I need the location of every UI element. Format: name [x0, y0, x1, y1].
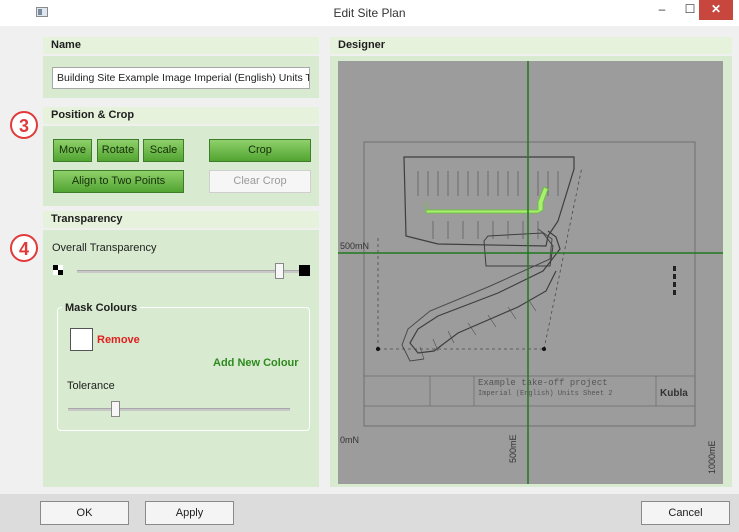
mask-colours-group — [57, 307, 310, 431]
mask-colours-title: Mask Colours — [62, 302, 141, 314]
drawing-subtitle: Imperial (English) Units Sheet 2 — [478, 390, 612, 398]
drawing-title: Example take-off project — [478, 378, 608, 388]
minimize-button[interactable]: – — [650, 0, 674, 20]
position-crop-header: Position & Crop — [43, 107, 319, 124]
site-plan-name-input[interactable]: Building Site Example Image Imperial (En… — [52, 67, 310, 89]
kubla-logo: Kubla — [660, 388, 688, 399]
transparency-slider-track[interactable] — [77, 270, 299, 273]
checkerboard-icon — [53, 265, 63, 275]
title-bar: Edit Site Plan – ☐ ✕ — [0, 0, 739, 26]
rotate-button[interactable]: Rotate — [97, 139, 139, 162]
tolerance-label: Tolerance — [67, 380, 115, 392]
scale-button[interactable]: Scale — [143, 139, 184, 162]
label-500mE: 500mE — [508, 434, 518, 463]
cancel-button[interactable]: Cancel — [641, 501, 730, 525]
name-header: Name — [43, 37, 319, 54]
tolerance-slider-track[interactable] — [68, 408, 290, 411]
position-crop-panel — [43, 126, 319, 206]
clear-crop-button[interactable]: Clear Crop — [209, 170, 311, 193]
opaque-swatch-icon — [299, 265, 310, 276]
step-4-badge: 4 — [10, 234, 38, 262]
site-plan-drawing: Example take-off project Imperial (Engli… — [338, 61, 723, 484]
crop-button[interactable]: Crop — [209, 139, 311, 162]
transparency-header: Transparency — [43, 211, 319, 228]
window-title: Edit Site Plan — [333, 6, 406, 20]
overall-transparency-label: Overall Transparency — [52, 242, 157, 254]
add-new-colour-link[interactable]: Add New Colour — [213, 357, 299, 369]
step-3-badge: 3 — [10, 111, 38, 139]
label-500mN: 500mN — [340, 241, 370, 251]
remove-colour-link[interactable]: Remove — [97, 334, 140, 346]
align-two-points-button[interactable]: Align to Two Points — [53, 170, 184, 193]
designer-canvas[interactable]: Example take-off project Imperial (Engli… — [338, 61, 723, 484]
move-button[interactable]: Move — [53, 139, 92, 162]
ok-button[interactable]: OK — [40, 501, 129, 525]
label-1000mE: 1000mE — [707, 440, 717, 474]
label-0mN: 0mN — [340, 435, 360, 445]
mask-colour-swatch[interactable] — [70, 328, 93, 351]
apply-button[interactable]: Apply — [145, 501, 234, 525]
designer-header: Designer — [330, 37, 732, 54]
tolerance-slider-thumb[interactable] — [111, 401, 120, 417]
transparency-slider-thumb[interactable] — [275, 263, 284, 279]
close-button[interactable]: ✕ — [699, 0, 733, 20]
